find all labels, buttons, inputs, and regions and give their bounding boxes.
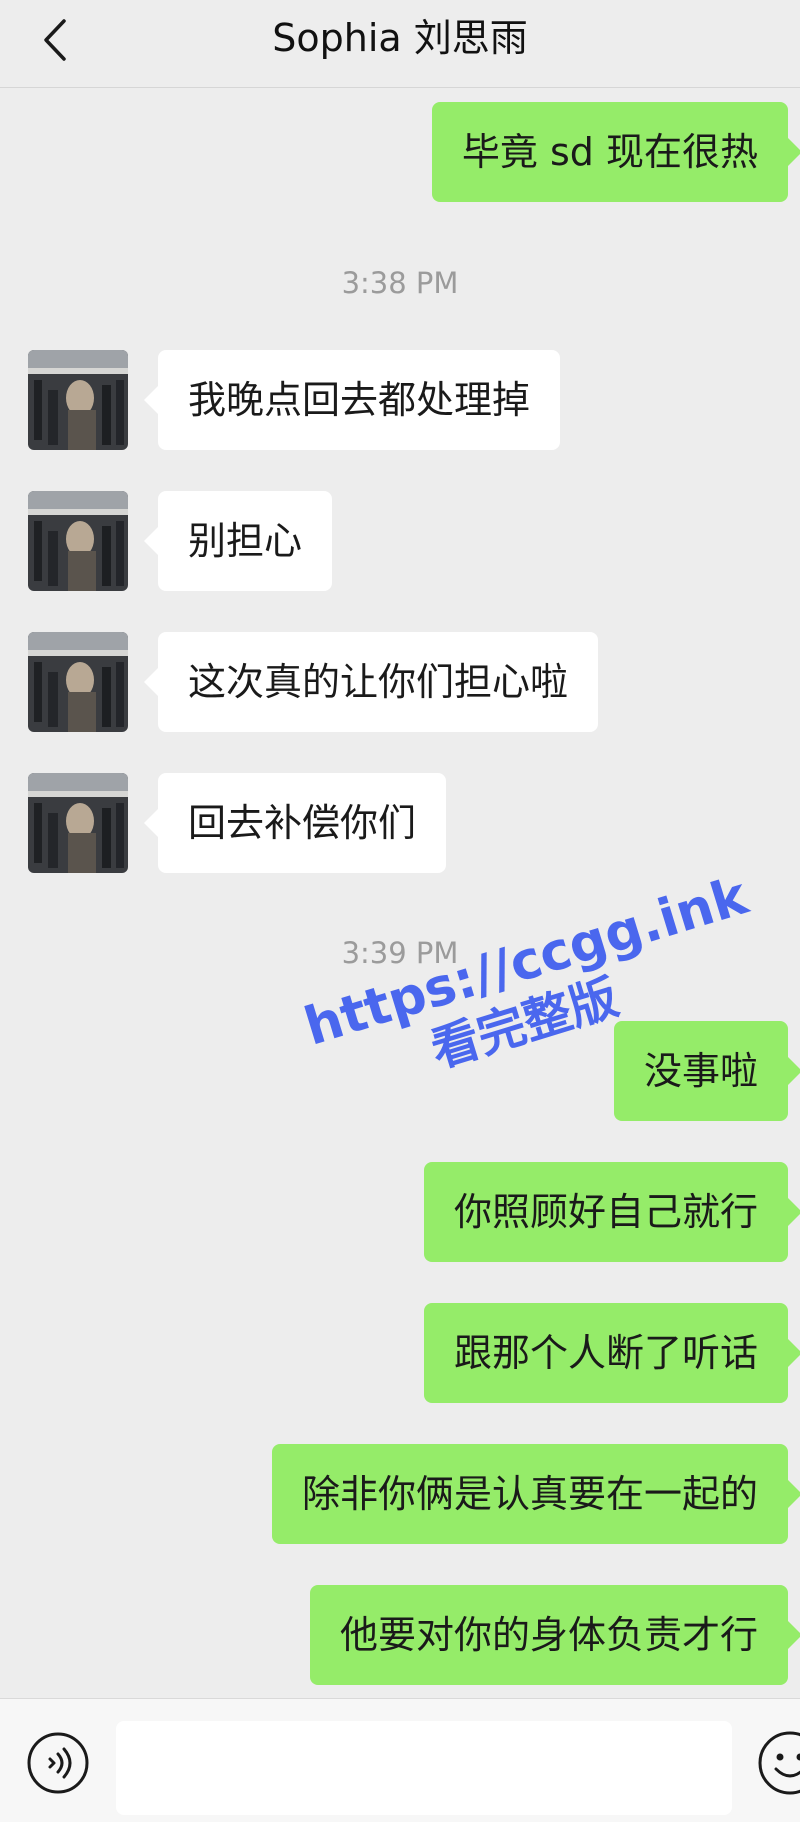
avatar-photo-icon xyxy=(28,350,128,450)
message-row: 回去补偿你们 xyxy=(0,773,800,873)
contact-avatar[interactable] xyxy=(28,632,128,732)
contact-avatar[interactable] xyxy=(28,491,128,591)
message-input[interactable] xyxy=(116,1721,732,1815)
timestamp: 3:38 PM xyxy=(341,266,459,300)
message-row: 你照顾好自己就行 xyxy=(0,1162,800,1262)
incoming-message[interactable]: 别担心 xyxy=(143,491,333,591)
avatar-photo-icon xyxy=(28,632,128,732)
contact-avatar[interactable] xyxy=(28,773,128,873)
incoming-message[interactable]: 我晚点回去都处理掉 xyxy=(143,350,561,450)
outgoing-message[interactable]: 没事啦 xyxy=(613,1021,800,1121)
avatar-photo-icon xyxy=(28,773,128,873)
voice-button[interactable] xyxy=(26,1731,90,1795)
message-row: 这次真的让你们担心啦 xyxy=(0,632,800,732)
outgoing-message[interactable]: 他要对你的身体负责才行 xyxy=(309,1585,800,1685)
voice-icon xyxy=(27,1732,89,1794)
message-row: 他要对你的身体负责才行 xyxy=(0,1585,800,1685)
timestamp: 3:39 PM xyxy=(341,936,459,970)
chat-title: Sophia 刘思雨 xyxy=(272,16,528,60)
message-row: 除非你俩是认真要在一起的 xyxy=(0,1444,800,1544)
chat-header: Sophia 刘思雨 xyxy=(0,0,800,88)
message-row: 别担心 xyxy=(0,491,800,591)
message-list[interactable]: 毕竟 sd 现在很热 3:38 PM 我晚点回去都处理掉 别担心 这次真的让你们… xyxy=(0,88,800,1698)
emoji-button[interactable] xyxy=(756,1729,800,1797)
contact-avatar[interactable] xyxy=(28,350,128,450)
message-row: 跟那个人断了听话 xyxy=(0,1303,800,1403)
outgoing-message[interactable]: 跟那个人断了听话 xyxy=(423,1303,800,1403)
input-toolbar xyxy=(0,1698,800,1822)
outgoing-message[interactable]: 除非你俩是认真要在一起的 xyxy=(271,1444,800,1544)
incoming-message[interactable]: 回去补偿你们 xyxy=(143,773,447,873)
message-row: 没事啦 xyxy=(0,1021,800,1121)
incoming-message[interactable]: 这次真的让你们担心啦 xyxy=(143,632,599,732)
message-row: 毕竟 sd 现在很热 xyxy=(0,102,800,202)
emoji-icon xyxy=(758,1731,800,1795)
outgoing-message[interactable]: 你照顾好自己就行 xyxy=(423,1162,800,1262)
avatar-photo-icon xyxy=(28,491,128,591)
message-row: 我晚点回去都处理掉 xyxy=(0,350,800,450)
outgoing-message[interactable]: 毕竟 sd 现在很热 xyxy=(431,102,800,202)
